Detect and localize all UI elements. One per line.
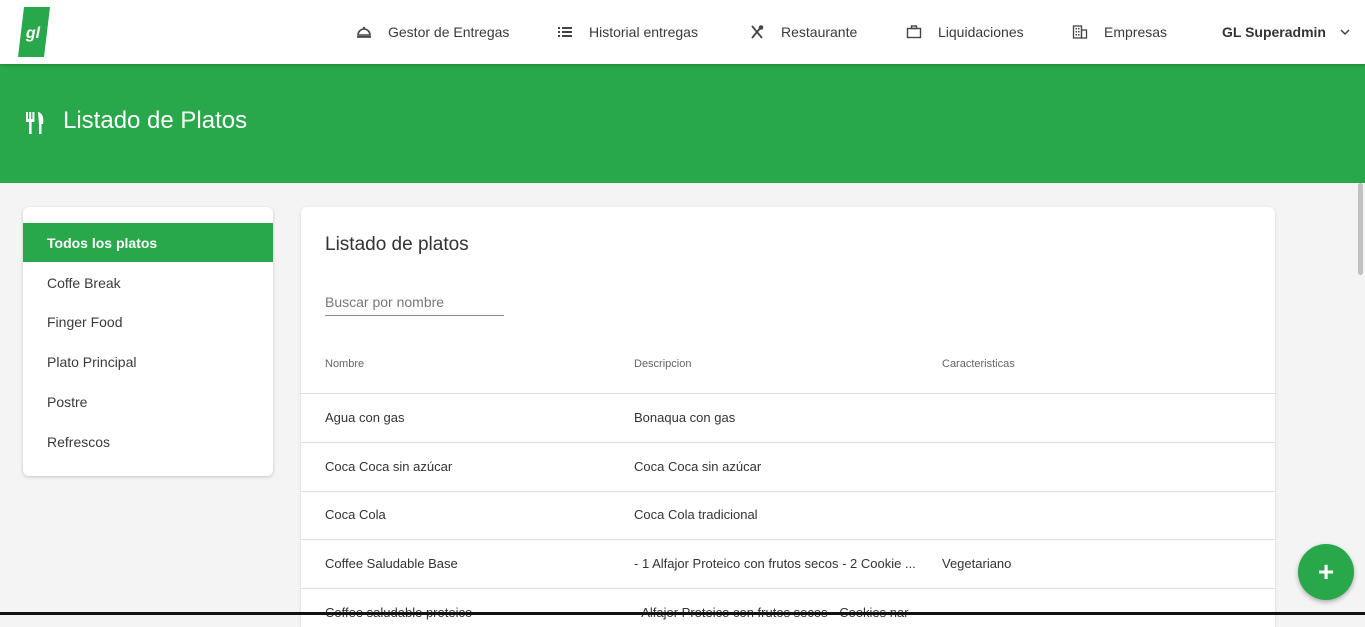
sidebar-item-plato-principal[interactable]: Plato Principal [23, 342, 273, 381]
nav-historial-entregas[interactable]: Historial entregas [557, 0, 698, 64]
nav-gestor-entregas[interactable]: Gestor de Entregas [356, 0, 509, 64]
utensils-cross-icon [749, 24, 765, 40]
list-icon [557, 24, 573, 40]
column-header-descripcion[interactable]: Descripcion [634, 358, 691, 370]
card-title: Listado de platos [325, 234, 469, 255]
nav-empresas[interactable]: Empresas [1072, 0, 1167, 64]
page-header: Listado de Platos [0, 64, 1365, 183]
briefcase-icon [906, 24, 922, 40]
user-menu[interactable]: GL Superadmin [1222, 0, 1350, 64]
user-name: GL Superadmin [1222, 24, 1326, 40]
nav-label: Gestor de Entregas [388, 24, 510, 40]
column-header-caracteristicas[interactable]: Caracteristicas [942, 358, 1015, 370]
cell-descripcion: Coca Cola tradicional [634, 507, 758, 522]
sidebar-item-coffe-break[interactable]: Coffe Break [23, 263, 273, 302]
cloche-icon [356, 24, 372, 40]
page-scrollbar[interactable] [1355, 183, 1365, 615]
fork-knife-icon [26, 112, 44, 134]
cell-nombre: Coffee saludable proteico [325, 589, 615, 627]
table-row[interactable]: Coca Cola Coca Cola tradicional [301, 491, 1275, 540]
nav-label: Restaurante [781, 24, 858, 40]
sidebar-item-refrescos[interactable]: Refrescos [23, 422, 273, 461]
cell-caracteristicas [942, 491, 1242, 539]
search-input[interactable] [325, 289, 504, 316]
cell-descripcion: - 1 Alfajor Proteico con frutos secos - … [634, 556, 916, 571]
table-row[interactable]: Coffee saludable proteico - Alfajor Prot… [301, 589, 1275, 627]
nav-restaurante[interactable]: Restaurante [749, 0, 857, 64]
plus-icon: + [1317, 556, 1335, 587]
cell-caracteristicas [942, 443, 1242, 491]
cell-caracteristicas [942, 394, 1242, 442]
scrollbar-thumb[interactable] [1358, 183, 1363, 275]
cell-caracteristicas: Vegetariano [942, 556, 1012, 571]
column-header-nombre[interactable]: Nombre [325, 358, 364, 370]
cell-nombre: Coca Cola [325, 507, 386, 522]
cell-caracteristicas [942, 589, 1242, 627]
nav-label: Historial entregas [589, 24, 698, 40]
table-row[interactable]: Agua con gas Bonaqua con gas [301, 394, 1275, 443]
cell-nombre: Agua con gas [325, 410, 405, 425]
building-icon [1072, 24, 1088, 40]
nav-label: Empresas [1104, 24, 1168, 40]
cell-descripcion: Bonaqua con gas [634, 410, 736, 425]
category-sidebar: Todos los platos Coffe Break Finger Food… [23, 207, 273, 476]
top-navbar: gl Gestor de Entregas Historial entregas… [0, 0, 1365, 64]
add-dish-button[interactable]: + [1298, 544, 1354, 600]
table-row[interactable]: Coffee Saludable Base - 1 Alfajor Protei… [301, 540, 1275, 589]
page-title: Listado de Platos [63, 107, 248, 134]
sidebar-item-finger-food[interactable]: Finger Food [23, 302, 273, 341]
cell-nombre: Coca Coca sin azúcar [325, 459, 453, 474]
gl-logo[interactable]: gl [18, 7, 50, 57]
table-row[interactable]: Coca Coca sin azúcar Coca Coca sin azúca… [301, 443, 1275, 492]
logo-text: gl [25, 25, 41, 42]
chevron-down-icon [1340, 28, 1350, 36]
nav-label: Liquidaciones [938, 24, 1024, 40]
cell-descripcion: - Alfajor Proteico con frutos secos - Co… [634, 589, 939, 627]
dishes-card: Listado de platos Nombre Descripcion Car… [301, 207, 1275, 627]
cell-descripcion: Coca Coca sin azúcar [634, 459, 762, 474]
nav-liquidaciones[interactable]: Liquidaciones [906, 0, 1024, 64]
sidebar-item-todos[interactable]: Todos los platos [23, 223, 273, 262]
sidebar-item-postre[interactable]: Postre [23, 382, 273, 421]
cell-nombre: Coffee Saludable Base [325, 556, 458, 571]
